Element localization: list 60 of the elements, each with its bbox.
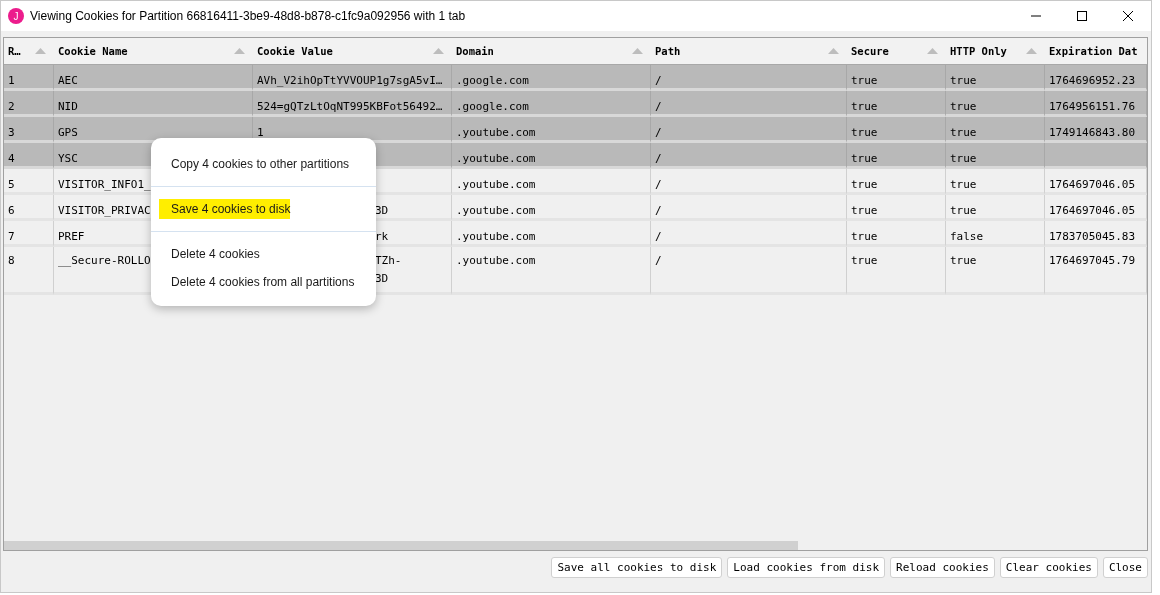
action-button[interactable]: Save all cookies to disk: [551, 557, 723, 578]
action-button[interactable]: Load cookies from disk: [727, 557, 886, 578]
table-cell: 1764697046.05: [1045, 195, 1147, 221]
table-cell: /: [651, 247, 847, 295]
action-button[interactable]: Clear cookies: [999, 557, 1098, 578]
table-cell: /: [651, 195, 847, 221]
table-cell: /: [651, 169, 847, 195]
table-cell: 1764697045.79: [1045, 247, 1147, 295]
app-icon: J: [8, 8, 24, 24]
table-cell: 1764956151.76: [1045, 91, 1147, 117]
table-cell: /: [651, 221, 847, 247]
table-cell: AVh_V2ihOpTtYVVOUP1g7sgA5vI…: [253, 65, 452, 91]
table-cell: /: [651, 65, 847, 91]
table-cell: .youtube.com: [452, 195, 651, 221]
table-cell: true: [847, 143, 946, 169]
table-cell: .google.com: [452, 91, 651, 117]
table-cell: true: [847, 195, 946, 221]
table-cell: true: [946, 169, 1045, 195]
table-cell: .youtube.com: [452, 221, 651, 247]
table-cell: 524=gQTzLtOqNT995KBFot56492…: [253, 91, 452, 117]
table-cell: true: [847, 117, 946, 143]
table-cell: NID: [54, 91, 253, 117]
table-cell: .google.com: [452, 65, 651, 91]
table-cell: .youtube.com: [452, 169, 651, 195]
table-cell: .youtube.com: [452, 117, 651, 143]
table-cell: /: [651, 143, 847, 169]
table-cell: 7: [4, 221, 54, 247]
table-cell: true: [946, 247, 1045, 295]
table-cell: AEC: [54, 65, 253, 91]
table-cell: true: [946, 65, 1045, 91]
table-cell: true: [946, 143, 1045, 169]
table-cell: 6: [4, 195, 54, 221]
table-cell: true: [946, 117, 1045, 143]
table-cell: 1783705045.83: [1045, 221, 1147, 247]
table-cell: true: [847, 91, 946, 117]
table-cell: /: [651, 117, 847, 143]
action-button[interactable]: Close: [1102, 557, 1148, 578]
table-cell: true: [946, 195, 1045, 221]
table-cell: 5: [4, 169, 54, 195]
table-cell: true: [847, 65, 946, 91]
table-cell: GPS: [54, 117, 253, 143]
table-cell: true: [847, 169, 946, 195]
table-cell: 2: [4, 91, 54, 117]
table-cell: /: [651, 91, 847, 117]
table-cell: 1764696952.23: [1045, 65, 1147, 91]
action-button[interactable]: Reload cookies: [890, 557, 995, 578]
scrollbar-thumb[interactable]: [4, 541, 798, 550]
table-cell: .youtube.com: [452, 247, 651, 295]
table-cell: .youtube.com: [452, 143, 651, 169]
table-cell: 1: [4, 65, 54, 91]
table-cell: 1764697046.05: [1045, 169, 1147, 195]
table-cell: true: [946, 91, 1045, 117]
table-cell: 3: [4, 117, 54, 143]
table-cell: 1749146843.80: [1045, 117, 1147, 143]
table-cell: 4: [4, 143, 54, 169]
table-cell: true: [847, 221, 946, 247]
table-cell: 8: [4, 247, 54, 295]
window-title: Viewing Cookies for Partition 66816411-3be9-48d8-b878-c1fc9a092956 with 1 tab: [30, 9, 467, 23]
table-cell: false: [946, 221, 1045, 247]
table-cell: true: [847, 247, 946, 295]
